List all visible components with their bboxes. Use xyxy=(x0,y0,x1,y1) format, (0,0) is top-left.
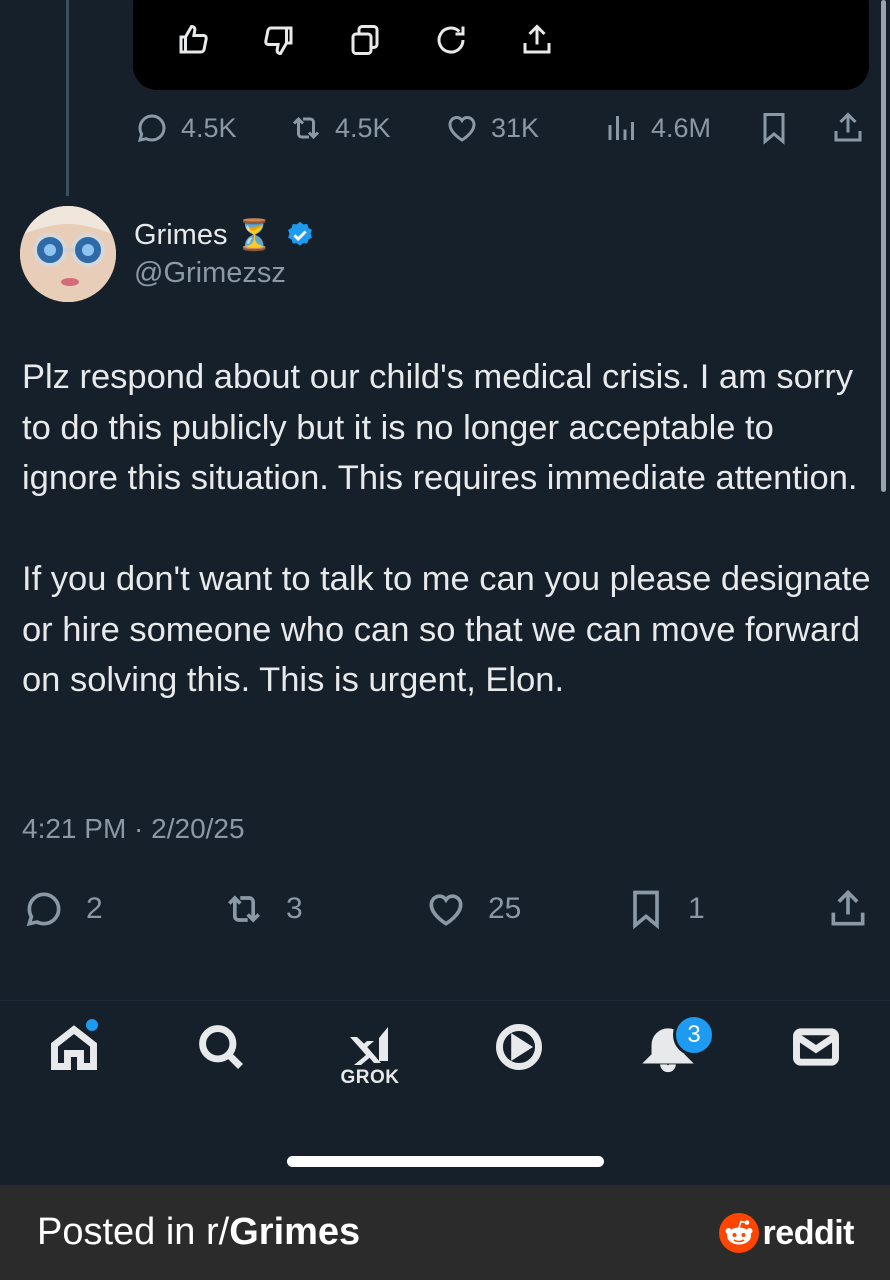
copy-icon[interactable] xyxy=(347,18,433,62)
mail-icon xyxy=(793,1028,839,1066)
nav-video[interactable] xyxy=(489,1021,549,1091)
like-count: 25 xyxy=(488,892,522,925)
tweet-action-bar: 2 3 25 1 xyxy=(0,884,890,934)
tweet-paragraph: Plz respond about our child's medical cr… xyxy=(22,358,858,497)
reddit-logo-icon xyxy=(718,1213,759,1253)
avatar[interactable] xyxy=(20,206,116,302)
regenerate-icon[interactable] xyxy=(433,18,519,62)
share-icon xyxy=(834,112,862,142)
like-count: 31K xyxy=(491,112,540,143)
nav-search[interactable] xyxy=(191,1021,251,1091)
author-name: Grimes xyxy=(134,218,228,251)
author-handle: @Grimezsz xyxy=(134,257,286,289)
posted-prefix: Posted in r/ xyxy=(37,1211,230,1253)
notifications-badge: 3 xyxy=(673,1014,715,1056)
thumbs-up-icon[interactable] xyxy=(175,18,261,62)
grok-card-actions xyxy=(175,18,605,62)
share-button[interactable] xyxy=(830,108,877,148)
reply-button[interactable]: 2 xyxy=(22,884,103,934)
hourglass-emoji: ⏳ xyxy=(235,218,273,252)
views-count: 4.6M xyxy=(651,112,712,143)
heart-icon xyxy=(448,115,476,142)
reply-icon xyxy=(137,114,166,142)
repost-stat[interactable]: 4.5K xyxy=(288,108,391,148)
home-unread-dot xyxy=(84,1017,100,1033)
nav-messages[interactable] xyxy=(786,1021,846,1091)
like-button[interactable]: 25 xyxy=(424,884,521,934)
reply-count: 2 xyxy=(86,892,103,925)
share-icon[interactable] xyxy=(519,18,605,62)
tweet-text: Plz respond about our child's medical cr… xyxy=(22,352,872,706)
reply-count: 4.5K xyxy=(181,112,237,143)
nav-grok[interactable]: GROK xyxy=(340,1021,400,1091)
reddit-wordmark: reddit xyxy=(762,1213,855,1252)
author-info[interactable]: Grimes ⏳ @Grimezsz xyxy=(134,215,315,290)
repost-count: 4.5K xyxy=(335,112,391,143)
grok-label: GROK xyxy=(340,1067,400,1088)
nav-home[interactable] xyxy=(44,1017,104,1091)
grok-icon xyxy=(350,1027,388,1065)
search-icon xyxy=(199,1025,243,1069)
share-button[interactable] xyxy=(826,884,890,934)
bookmark-count: 1 xyxy=(688,892,705,925)
author-name-row: Grimes ⏳ xyxy=(134,215,315,255)
tweet-timestamp[interactable]: 4:21 PM · 2/20/25 xyxy=(22,813,245,845)
thread-connector-line xyxy=(66,0,69,196)
play-circle-icon xyxy=(496,1024,542,1070)
heart-icon xyxy=(429,894,463,926)
repost-count: 3 xyxy=(286,892,303,925)
repost-icon xyxy=(228,895,260,923)
like-stat[interactable]: 31K xyxy=(444,108,539,148)
subreddit-name[interactable]: Grimes xyxy=(229,1211,360,1253)
reply-icon xyxy=(26,892,61,927)
tweet-detail-screen: 4.5K 4.5K 31K 4.6M Grimes ⏳ @Grimezsz Pl… xyxy=(0,0,890,1185)
verified-badge-icon xyxy=(287,221,312,246)
thumbs-down-icon[interactable] xyxy=(261,18,347,62)
bookmark-icon xyxy=(763,113,785,145)
bookmark-button[interactable]: 1 xyxy=(624,884,705,934)
posted-in-label: Posted in r/Grimes xyxy=(37,1211,360,1254)
tweet-paragraph: If you don't want to talk to me can you … xyxy=(22,560,871,699)
reply-stat[interactable]: 4.5K xyxy=(134,108,237,148)
share-icon xyxy=(831,889,865,926)
reddit-footer: Posted in r/Grimes reddit xyxy=(0,1185,890,1280)
analytics-icon xyxy=(608,116,634,140)
bookmark-button[interactable] xyxy=(756,108,803,148)
reddit-brand: reddit xyxy=(718,1213,855,1253)
views-stat[interactable]: 4.6M xyxy=(604,108,711,148)
repost-icon xyxy=(292,116,320,140)
bookmark-icon xyxy=(633,890,659,930)
home-indicator[interactable] xyxy=(287,1156,604,1167)
scrollbar[interactable] xyxy=(881,0,886,492)
nav-notifications[interactable]: 3 xyxy=(638,1014,715,1091)
bottom-navigation: GROK 3 xyxy=(0,1000,890,1111)
repost-button[interactable]: 3 xyxy=(222,884,303,934)
